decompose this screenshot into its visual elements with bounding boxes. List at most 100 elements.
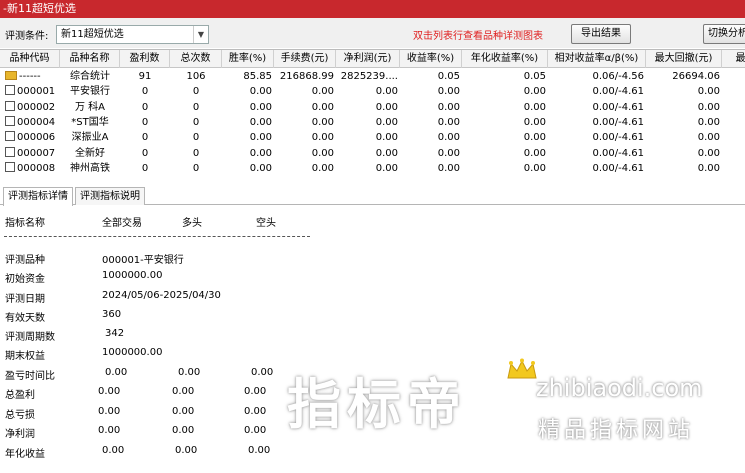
cell-ret: 0.00 [400, 130, 462, 145]
cell-total: 0 [170, 130, 222, 145]
cell-wins: 0 [120, 130, 170, 145]
cell-winrate: 0.00 [222, 161, 274, 176]
hint-text: 双击列表行查看品种详测图表 [413, 31, 543, 42]
cell-relative: 0.00/-4.61 [548, 115, 646, 130]
switch-analysis-button[interactable]: 切换分析 [703, 24, 745, 44]
cell-wins: 91 [120, 69, 170, 84]
cell-text: 0.00 [375, 101, 398, 113]
cell-text: 0.00 [697, 116, 720, 128]
row-checkbox[interactable] [5, 161, 15, 172]
column-header[interactable]: 手续费(元) [274, 50, 336, 68]
cell-annual: 0.00 [462, 115, 548, 130]
cell-text: 2825239.... [340, 71, 398, 82]
metric-label: 净利润 [5, 429, 35, 440]
cell-fee: 0.00 [274, 115, 336, 130]
table-row[interactable]: 000007 全新好 0 0 0.00 0.00 0.00 0.00 0.00 0.00/-4.6… [0, 146, 745, 161]
cell-text: 0 [192, 147, 200, 159]
cell-ret: 0.00 [400, 115, 462, 130]
cell-text: 0 [192, 116, 200, 128]
cell-drawdown: 0.00 [646, 115, 722, 130]
cell-total: 106 [170, 69, 222, 84]
folder-icon [5, 71, 17, 80]
cell-text: 0.00 [437, 101, 460, 113]
column-header[interactable]: 相对收益率α/β(%) [548, 50, 646, 68]
cell-ret: 0.00 [400, 161, 462, 176]
table-row[interactable]: 000002 万 科A 0 0 0.00 0.00 0.00 0.00 0.00 0.00/-4.… [0, 100, 745, 115]
cell-text: 0.00 [311, 162, 334, 174]
cell-text: 0.00/-4.61 [592, 132, 644, 144]
chevron-down-icon[interactable]: ▼ [193, 26, 208, 43]
cell-profit: 0.00 [336, 84, 400, 99]
cell-name: 全新好 [60, 146, 120, 161]
row-checkbox[interactable] [5, 115, 15, 126]
column-header[interactable]: 品种名称 [60, 50, 120, 68]
cell-wins: 0 [120, 146, 170, 161]
export-button[interactable]: 导出结果 [571, 24, 631, 44]
cell-text: 0.00 [437, 116, 460, 128]
cell-text: 0.00/-4.61 [592, 101, 644, 113]
table-row[interactable]: 000004 *ST国华 0 0 0.00 0.00 0.00 0.00 0.00 0.00/-4… [0, 115, 745, 130]
metric-label: 总亏损 [5, 410, 35, 421]
row-checkbox[interactable] [5, 146, 15, 157]
column-header[interactable]: 年化收益率(%) [462, 50, 548, 68]
condition-select[interactable]: 新11超短优选 ▼ [56, 25, 209, 44]
cell-drawdown: 26694.06 [646, 69, 722, 84]
row-checkbox[interactable] [5, 85, 15, 96]
cell-drawdown: 0.00 [646, 146, 722, 161]
row-checkbox[interactable] [5, 131, 15, 142]
cell-total: 0 [170, 161, 222, 176]
column-header[interactable]: 收益率(%) [400, 50, 462, 68]
table-row[interactable]: ------ 综合统计 91 106 85.85 216868.99 2825239....… [0, 69, 745, 84]
cell-text: 0.05 [437, 71, 460, 82]
cell-text: 26694.06 [672, 71, 720, 82]
cell-text: 0.00 [697, 162, 720, 174]
cell-relative: 0.00/-4.61 [548, 130, 646, 145]
condition-value: 新11超短优选 [61, 29, 124, 40]
cell-text: 0.00 [375, 147, 398, 159]
info-label: 初始资金 [5, 274, 45, 285]
column-header[interactable]: 胜率(%) [222, 50, 274, 68]
cell-profit: 0.00 [336, 146, 400, 161]
metric-long: 0.00 [175, 445, 198, 456]
cell-profit: 0.00 [336, 161, 400, 176]
column-header[interactable]: 净利润(元) [336, 50, 400, 68]
table-row[interactable]: 000008 神州高铁 0 0 0.00 0.00 0.00 0.00 0.00 0.00/-4.… [0, 161, 745, 176]
column-header[interactable]: 最大回撤(元) [646, 50, 722, 68]
info-value: 360 [102, 309, 122, 320]
cell-text: 216868.99 [279, 71, 334, 82]
column-header[interactable]: 品种代码 [0, 50, 60, 68]
row-checkbox[interactable] [5, 100, 15, 111]
cell-code: 000006 [0, 130, 60, 145]
cell-text: 0 [192, 101, 200, 113]
table-row[interactable]: 000006 深振业A 0 0 0.00 0.00 0.00 0.00 0.00 0.00/-4.… [0, 130, 745, 145]
cell-text: 深振业A [71, 132, 109, 144]
column-header[interactable]: 最 [722, 50, 745, 68]
cell-text: 0.00 [375, 116, 398, 128]
cell-wins: 0 [120, 115, 170, 130]
header-long: 多头 [182, 218, 202, 229]
tab-bar: 评测指标详情 评测指标说明 [0, 186, 745, 206]
cell-code: ------ [0, 69, 60, 84]
cell-text: 0.00 [249, 132, 272, 144]
column-header[interactable]: 盈利数 [120, 50, 170, 68]
table-row[interactable]: 000001 平安银行 0 0 0.00 0.00 0.00 0.00 0.00 0.00/-4.… [0, 84, 745, 99]
column-header[interactable]: 总次数 [170, 50, 222, 68]
cell-text: 0.00 [523, 162, 546, 174]
cell-name: 万 科A [60, 100, 120, 115]
cell-text: 0.00 [249, 101, 272, 113]
cell-text: 0.00 [249, 162, 272, 174]
cell-text: 91 [138, 71, 152, 82]
metric-long: 0.00 [172, 425, 195, 436]
cell-relative: 0.00/-4.61 [548, 161, 646, 176]
cell-annual: 0.05 [462, 69, 548, 84]
info-value: 342 [105, 328, 125, 339]
tab-indicator-description[interactable]: 评测指标说明 [75, 187, 145, 205]
tab-indicator-details[interactable]: 评测指标详情 [3, 187, 73, 206]
cell-text: 0.00/-4.61 [592, 162, 644, 174]
cell-total: 0 [170, 100, 222, 115]
header-short: 空头 [256, 218, 276, 229]
divider [4, 236, 310, 237]
cell-total: 0 [170, 146, 222, 161]
cell-name: *ST国华 [60, 115, 120, 130]
cell-ret: 0.00 [400, 100, 462, 115]
